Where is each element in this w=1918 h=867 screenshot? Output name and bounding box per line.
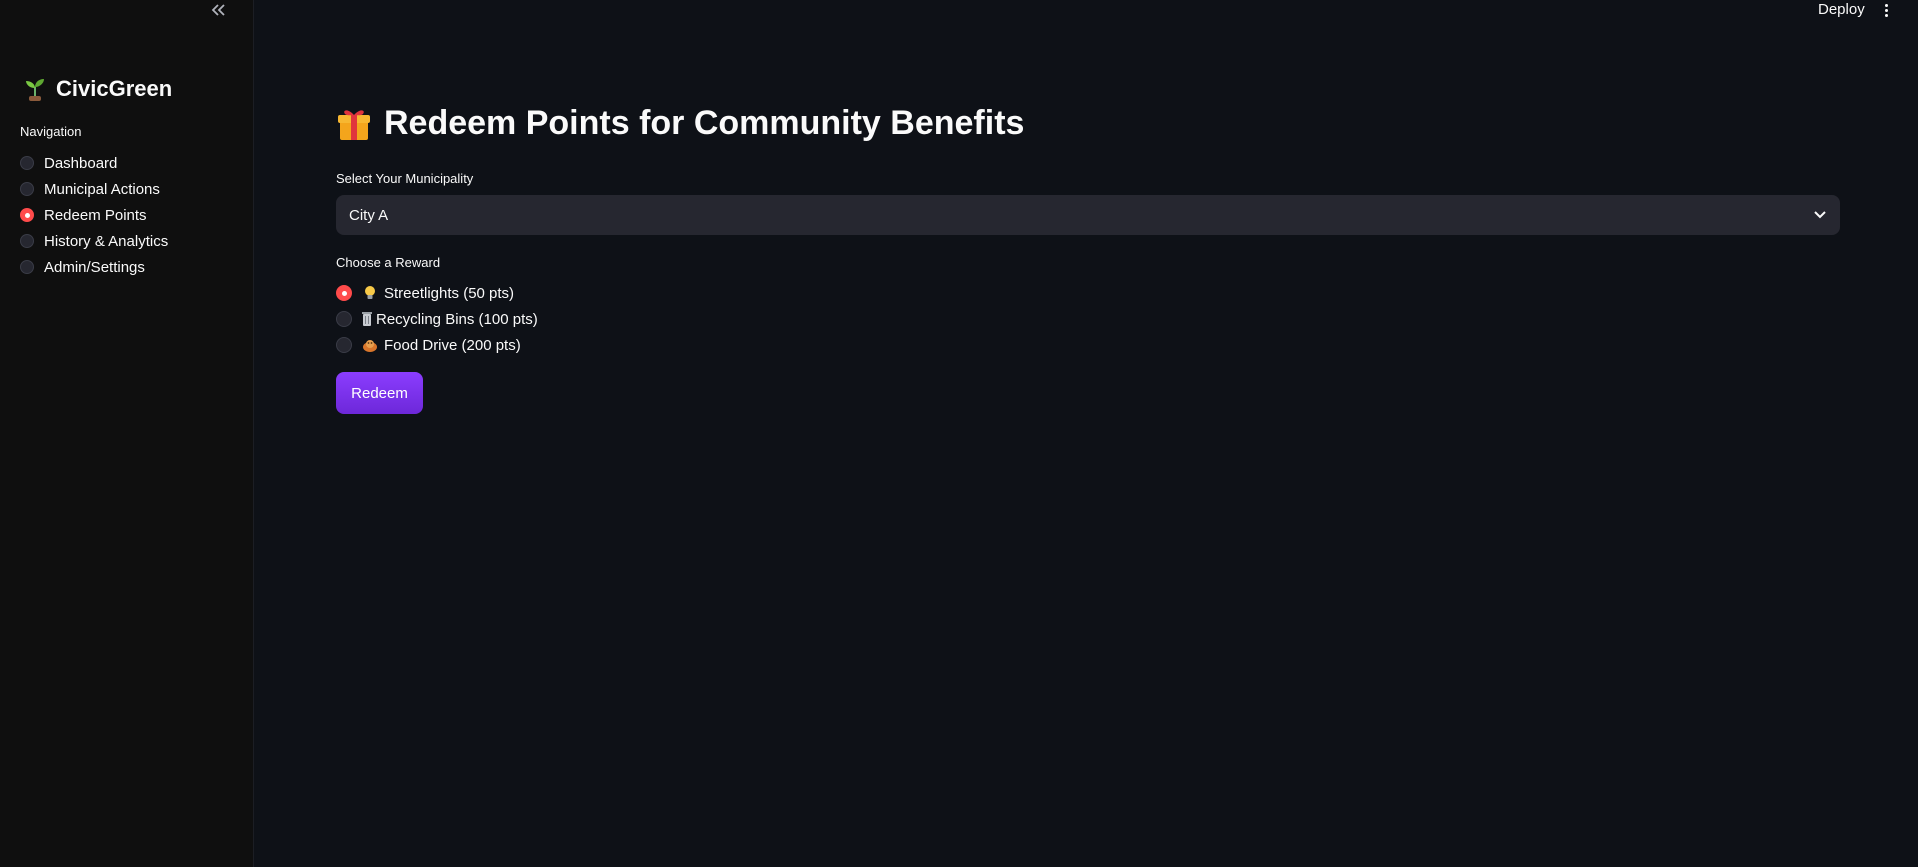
- deploy-button[interactable]: Deploy: [1818, 0, 1865, 20]
- nav-item-label: Dashboard: [44, 154, 118, 172]
- seedling-icon: [26, 79, 44, 101]
- nav-radio-group: Dashboard Municipal Actions Redeem Point…: [20, 150, 168, 280]
- nav-item-label: History & Analytics: [44, 232, 169, 250]
- nav-item-label: Admin/Settings: [44, 258, 145, 276]
- brand: CivicGreen: [22, 76, 172, 102]
- nav-item-dashboard[interactable]: Dashboard: [20, 150, 168, 176]
- collapse-sidebar-button[interactable]: [207, 0, 231, 20]
- nav-item-label: Municipal Actions: [44, 180, 160, 198]
- municipality-select[interactable]: City A: [336, 195, 1840, 235]
- page-title-text: Redeem Points for Community Benefits: [384, 104, 1025, 142]
- kebab-dot: [1884, 3, 1888, 7]
- nav-item-history-analytics[interactable]: History & Analytics: [20, 228, 168, 254]
- double-chevron-left-icon: [211, 4, 225, 16]
- chevron-down-icon: [1814, 211, 1826, 219]
- nav-item-redeem-points[interactable]: Redeem Points: [20, 202, 168, 228]
- reward-option-label: Recycling Bins (100 pts): [376, 310, 538, 328]
- reward-option-streetlights[interactable]: Streetlights (50 pts): [336, 280, 538, 306]
- municipality-label: Select Your Municipality: [336, 171, 474, 186]
- sidebar: CivicGreen Navigation Dashboard Municipa…: [0, 0, 254, 867]
- nav-item-admin-settings[interactable]: Admin/Settings: [20, 254, 168, 280]
- nav-item-label: Redeem Points: [44, 206, 147, 224]
- radio-button-selected[interactable]: [20, 208, 34, 222]
- municipality-select-value: City A: [349, 206, 389, 224]
- reward-radio-group: Streetlights (50 pts) Recycling Bins (10…: [336, 280, 538, 358]
- nav-item-municipal-actions[interactable]: Municipal Actions: [20, 176, 168, 202]
- gift-icon: [338, 109, 370, 140]
- wastebasket-icon: [362, 312, 372, 326]
- redeem-button[interactable]: Redeem: [336, 372, 423, 414]
- radio-button[interactable]: [20, 260, 34, 274]
- radio-button[interactable]: [336, 311, 352, 327]
- main-menu-button[interactable]: [1880, 0, 1892, 20]
- food-icon: [363, 340, 377, 352]
- reward-option-recycling-bins[interactable]: Recycling Bins (100 pts): [336, 306, 538, 332]
- page-title: Redeem Points for Community Benefits: [336, 104, 1024, 143]
- radio-button-selected[interactable]: [336, 285, 352, 301]
- radio-button[interactable]: [20, 156, 34, 170]
- reward-option-label: Streetlights (50 pts): [384, 284, 515, 302]
- reward-option-label: Food Drive (200 pts): [384, 336, 521, 354]
- reward-label: Choose a Reward: [336, 255, 441, 270]
- kebab-dot: [1884, 13, 1888, 17]
- radio-button[interactable]: [336, 337, 352, 353]
- kebab-dot: [1884, 8, 1888, 12]
- lightbulb-icon: [365, 286, 375, 299]
- radio-button[interactable]: [20, 234, 34, 248]
- nav-label: Navigation: [20, 124, 82, 139]
- app: CivicGreen Navigation Dashboard Municipa…: [0, 0, 1918, 867]
- brand-title: CivicGreen: [56, 76, 173, 101]
- radio-button[interactable]: [20, 182, 34, 196]
- reward-option-food-drive[interactable]: Food Drive (200 pts): [336, 332, 538, 358]
